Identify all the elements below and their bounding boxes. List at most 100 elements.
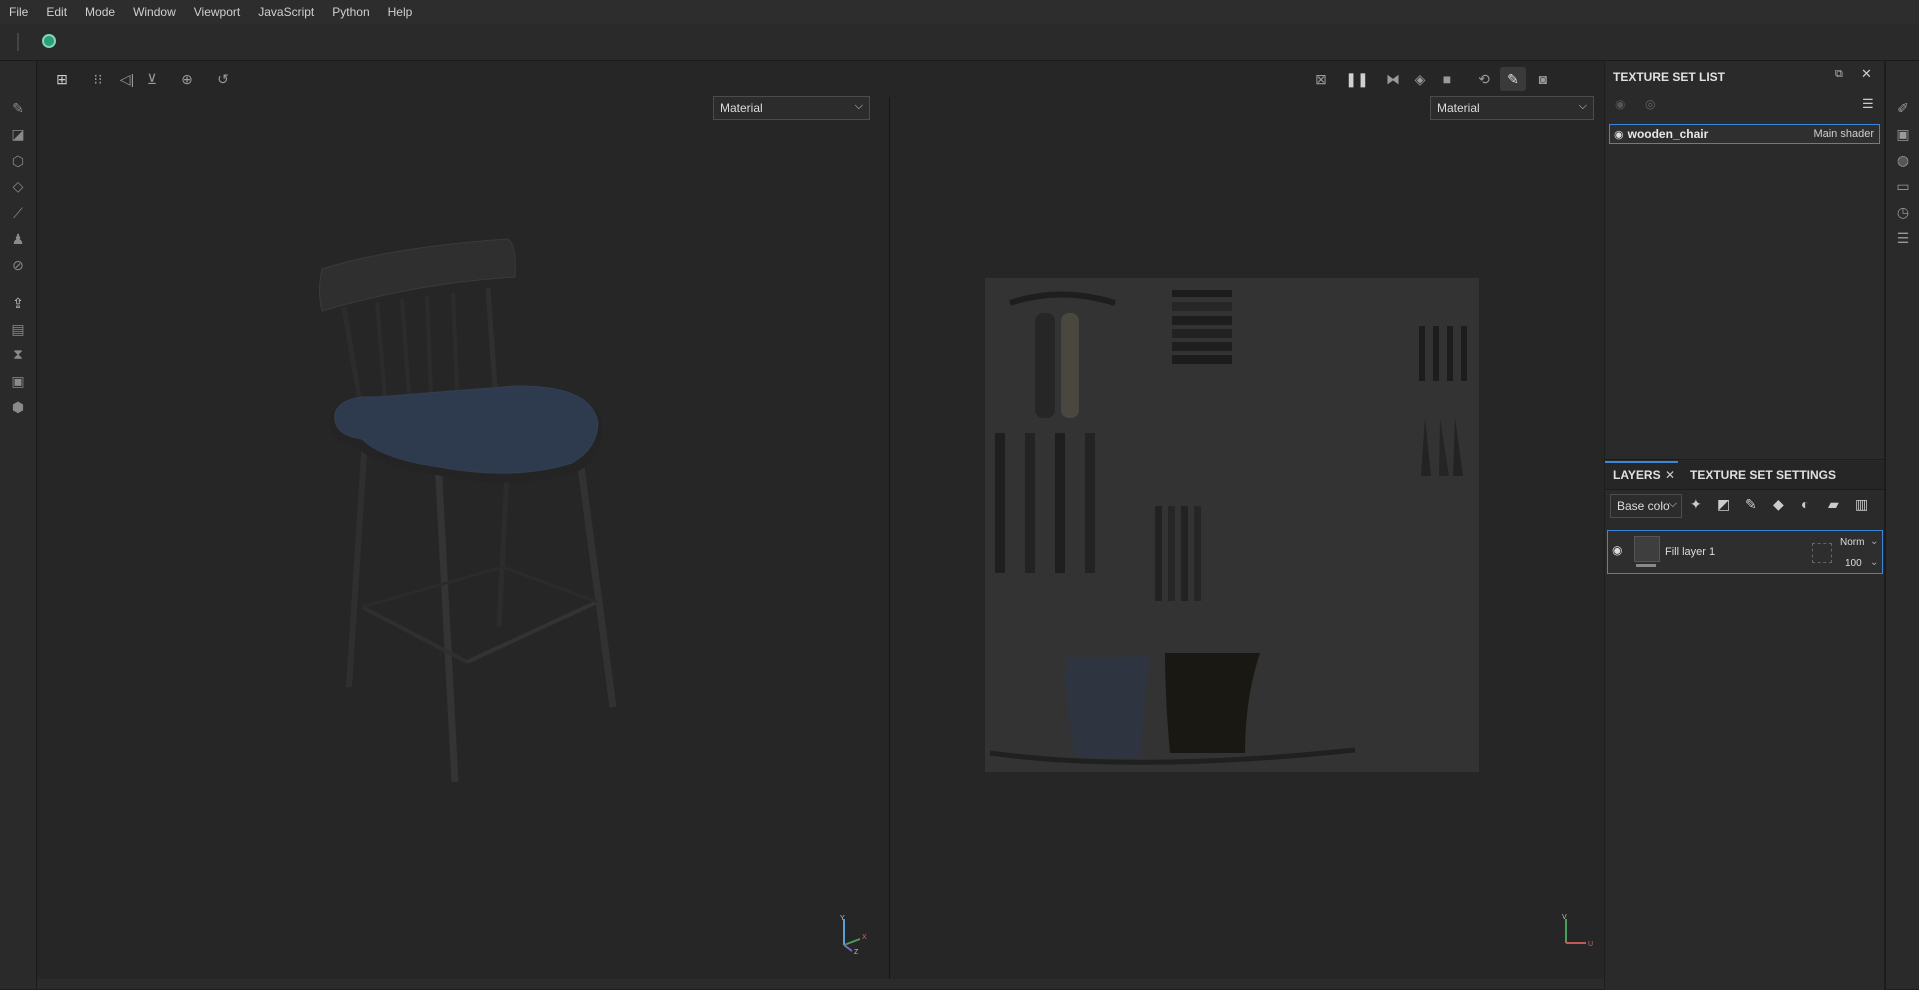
- app-logo-icon[interactable]: [42, 34, 56, 48]
- texture-set-list-panel: TEXTURE SET LIST ⧉ ✕ ◉ ◎ ☰: [1605, 61, 1884, 459]
- grid-icon[interactable]: ⁝⁝: [88, 70, 108, 88]
- right-viewport-mode-label: Material: [1437, 101, 1480, 115]
- folder-icon[interactable]: ▰: [1828, 496, 1839, 513]
- mask-icon[interactable]: ◩: [1717, 496, 1730, 513]
- axis-gizmo-uv: V U: [1562, 914, 1593, 948]
- color-picker-icon[interactable]: ⊘: [8, 255, 28, 275]
- eye-icon[interactable]: ◉: [1614, 128, 1624, 141]
- log-icon[interactable]: ☰: [1893, 228, 1913, 248]
- menu-edit[interactable]: Edit: [37, 0, 76, 24]
- mirror-x-icon[interactable]: ◁|: [117, 70, 137, 88]
- mesh-icon[interactable]: ⬢: [8, 397, 28, 417]
- right-icon-bar: ✐ ▣ ◍ ▭ ◷ ☰: [1885, 61, 1919, 989]
- axis-gizmo-3d: Y X Z: [840, 915, 867, 955]
- blend-mode[interactable]: Norm: [1840, 537, 1864, 548]
- right-viewport-mode-select[interactable]: Material ⌵: [1430, 96, 1594, 120]
- toolbar-grip[interactable]: [17, 33, 19, 51]
- menu-python[interactable]: Python: [323, 0, 378, 24]
- layer-actions: ✦ ◩ ✎ ◆ ◐ ▰ ▥: [1690, 496, 1880, 516]
- chevron-down-icon: ⌄: [1870, 557, 1879, 568]
- axis-u-label: U: [1588, 941, 1593, 948]
- chair-3d-render: [319, 238, 617, 783]
- hourglass-icon[interactable]: ⧗: [8, 344, 28, 364]
- layers-tabs: LAYERS ✕ TEXTURE SET SETTINGS: [1605, 461, 1884, 490]
- delete-icon[interactable]: ▥: [1855, 496, 1868, 513]
- shader-settings-icon[interactable]: ◍: [1893, 150, 1913, 170]
- left-viewport-mode-label: Material: [720, 101, 763, 115]
- add-paint-layer-icon[interactable]: ✎: [1745, 496, 1757, 513]
- viewport-3d[interactable]: Material ⌵ Y X Z: [37, 96, 889, 979]
- display-settings-icon[interactable]: ▣: [1893, 124, 1913, 144]
- axis-v-label: V: [1562, 914, 1567, 921]
- frame-selection-icon[interactable]: ⊞: [52, 70, 72, 88]
- axis-x-label: X: [862, 934, 867, 941]
- axis-z-label: Z: [854, 949, 859, 955]
- chevron-down-icon: ⌵: [854, 100, 863, 112]
- menu-mode[interactable]: Mode: [76, 0, 124, 24]
- bake-icon[interactable]: ▤: [8, 319, 28, 339]
- close-icon[interactable]: ✕: [1665, 461, 1675, 489]
- viewport-toolbar: ⊞ ⁝⁝ ◁| ⊻ ⊕ ↺ ⊠ ❚❚ ⧓ ◈ ■ ⟲ ✎ ◙: [37, 61, 1604, 97]
- brush-settings-icon[interactable]: ✐: [1893, 98, 1913, 118]
- channel-select-label: Base colo: [1617, 499, 1670, 513]
- camera-icon[interactable]: ■: [1437, 70, 1457, 88]
- layer-opacity[interactable]: 100: [1845, 558, 1862, 569]
- status-bar: [37, 979, 1604, 989]
- chevron-down-icon: ⌵: [1578, 100, 1587, 112]
- pause-icon[interactable]: ❚❚: [1345, 70, 1368, 88]
- toggle-visibility-icon[interactable]: ◉: [1615, 97, 1625, 111]
- cube-icon[interactable]: ◈: [1410, 70, 1430, 88]
- hide-icon[interactable]: ⊠: [1311, 70, 1331, 88]
- menu-help[interactable]: Help: [379, 0, 422, 24]
- symmetry-icon[interactable]: ⧓: [1383, 70, 1403, 88]
- projection-icon[interactable]: ⬡: [8, 151, 28, 171]
- axis-y-label: Y: [840, 915, 845, 922]
- screenshot-icon[interactable]: ◙: [1533, 70, 1553, 88]
- effects-icon[interactable]: ✦: [1690, 496, 1702, 513]
- menu-window[interactable]: Window: [124, 0, 185, 24]
- texture-set-item[interactable]: ◉ wooden_chair Main shader: [1609, 124, 1880, 144]
- clone-stamp-icon[interactable]: ♟: [8, 229, 28, 249]
- paint-mode-icon[interactable]: ✎: [1500, 67, 1526, 91]
- tab-texture-set-settings[interactable]: TEXTURE SET SETTINGS: [1690, 461, 1836, 489]
- close-icon[interactable]: ✕: [1861, 66, 1872, 82]
- layer-thumbnail-bar: [1636, 564, 1656, 567]
- tab-layers[interactable]: LAYERS: [1613, 461, 1661, 489]
- uv-islands: [989, 290, 1467, 765]
- eraser-icon[interactable]: ◪: [8, 124, 28, 144]
- eye-icon[interactable]: ◉: [1612, 543, 1622, 557]
- menu-viewport[interactable]: Viewport: [185, 0, 249, 24]
- add-icon[interactable]: ⊕: [177, 70, 197, 88]
- texture-set-name: wooden_chair: [1627, 127, 1709, 141]
- archive-icon[interactable]: ▭: [1893, 176, 1913, 196]
- layer-thumbnail: [1634, 536, 1660, 562]
- document-icon[interactable]: ▣: [8, 371, 28, 391]
- menu-javascript[interactable]: JavaScript: [249, 0, 323, 24]
- smudge-icon[interactable]: ⟋: [8, 203, 28, 223]
- layer-row[interactable]: ◉ Fill layer 1 Norm ⌄ 100 ⌄: [1607, 530, 1883, 574]
- history-icon[interactable]: ◷: [1893, 202, 1913, 222]
- viewport-uv[interactable]: Material ⌵ V U: [890, 96, 1604, 979]
- uv-texture-area: [985, 278, 1479, 772]
- top-toolbar: [0, 24, 1919, 61]
- polygon-fill-icon[interactable]: ◇: [8, 176, 28, 196]
- chevron-down-icon: ⌵: [1668, 498, 1677, 510]
- history-icon[interactable]: ↺: [213, 70, 233, 88]
- left-tool-shelf: ✎ ◪ ⬡ ◇ ⟋ ♟ ⊘ ⇪ ▤ ⧗ ▣ ⬢: [0, 61, 37, 989]
- add-fill-layer-icon[interactable]: ◆: [1773, 496, 1784, 513]
- list-menu-icon[interactable]: ☰: [1862, 96, 1874, 112]
- add-mask-icon[interactable]: ◐: [1801, 496, 1809, 512]
- mirror-y-icon[interactable]: ⊻: [142, 70, 162, 88]
- channel-select[interactable]: Base colo ⌵: [1610, 494, 1682, 518]
- export-icon[interactable]: ⇪: [8, 293, 28, 313]
- menu-file[interactable]: File: [0, 0, 37, 24]
- paint-brush-icon[interactable]: ✎: [8, 98, 28, 118]
- left-viewport-mode-select[interactable]: Material ⌵: [713, 96, 870, 120]
- float-panel-icon[interactable]: ⧉: [1835, 68, 1843, 81]
- eye-icon[interactable]: ◎: [1645, 97, 1655, 111]
- rotate-tool-icon[interactable]: ⟲: [1474, 70, 1494, 88]
- chevron-down-icon: ⌄: [1870, 536, 1879, 547]
- menu-bar: File Edit Mode Window Viewport JavaScrip…: [0, 0, 1919, 24]
- mask-slot[interactable]: [1812, 543, 1832, 563]
- texture-set-shader[interactable]: Main shader: [1813, 128, 1874, 140]
